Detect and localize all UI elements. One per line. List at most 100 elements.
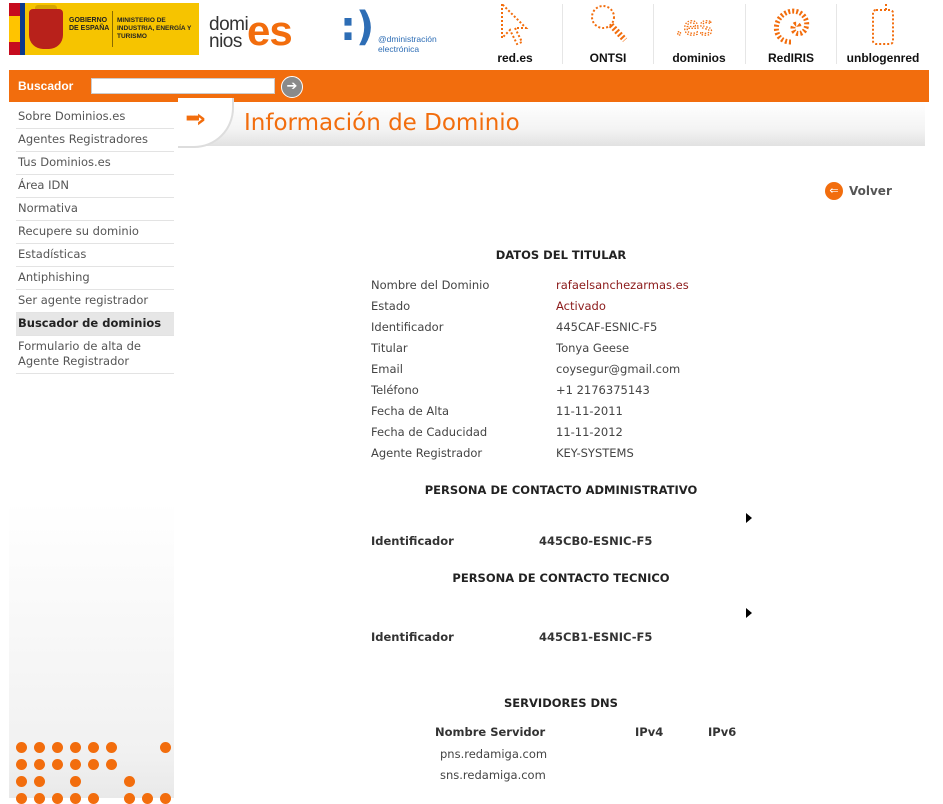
status-value: Activado [556, 299, 606, 313]
search-label: Buscador [18, 79, 74, 93]
search-input[interactable] [91, 78, 275, 94]
gobierno-text: GOBIERNO DE ESPAÑA [69, 17, 110, 32]
info-row: Identificador 445CAF-ESNIC-F5 [371, 320, 771, 338]
info-row: Teléfono +1 2176375143 [371, 383, 771, 401]
link-label: unblogenred [846, 51, 920, 65]
divider [562, 4, 563, 64]
gobierno-logo[interactable]: GOBIERNO DE ESPAÑA MINISTERIO DE INDUSTR… [9, 3, 199, 55]
link-ontsi[interactable]: ONTSI [564, 0, 652, 68]
coat-of-arms-icon [29, 9, 63, 49]
arrow-left-icon: ⇐ [825, 182, 843, 200]
header-badge: ···› [178, 98, 234, 148]
info-key: Email [371, 362, 403, 376]
info-key: Titular [371, 341, 408, 355]
header: GOBIERNO DE ESPAÑA MINISTERIO DE INDUSTR… [0, 0, 943, 70]
divider [836, 4, 837, 64]
info-value: KEY-SYSTEMS [556, 446, 634, 460]
info-row: Titular Tonya Geese [371, 341, 771, 359]
flag-stripe [20, 3, 25, 55]
administracion-electronica-logo[interactable]: :) @dministración electrónica [340, 4, 440, 59]
info-row: Fecha de Alta 11-11-2011 [371, 404, 771, 422]
link-label: dominios [672, 51, 726, 65]
domain-link[interactable]: rafaelsanchezarmas.es [556, 278, 689, 292]
arrow-right-icon: ···› [184, 104, 206, 134]
sidebar-item-normativa[interactable]: Normativa [16, 198, 174, 221]
arrow-right-icon: ➔ [286, 79, 298, 94]
expand-admin-contact-icon[interactable] [746, 513, 752, 523]
dns-server: pns.redamiga.com [440, 747, 548, 761]
sidebar-item-formulario-alta[interactable]: Formulario de alta de Agente Registrador [16, 336, 174, 374]
dominios-es-logo[interactable]: domi nios es [209, 7, 304, 54]
sidebar-item-tus-dominios[interactable]: Tus Dominios.es [16, 152, 174, 175]
dns-col-name: Nombre Servidor [435, 725, 546, 739]
smiley-icon: :) [340, 4, 375, 50]
id-label: Identificador [371, 630, 454, 644]
logo-divider [112, 11, 113, 47]
info-key: Estado [371, 299, 411, 313]
info-row: Fecha de Caducidad 11-11-2012 [371, 425, 771, 443]
info-value: coysegur@gmail.com [556, 362, 681, 376]
info-key: Teléfono [371, 383, 419, 397]
sidebar-menu: Sobre Dominios.es Agentes Registradores … [16, 106, 174, 374]
info-key: Fecha de Caducidad [371, 425, 488, 439]
dns-heading: SERVIDORES DNS [504, 696, 618, 710]
spiral-icon [773, 8, 810, 45]
cursor-arrow-icon [501, 2, 529, 46]
link-unblogenred[interactable]: unblogenred [839, 0, 927, 68]
dot-es-icon: .es [674, 11, 713, 42]
sidebar-item-recupere-dominio[interactable]: Recupere su dominio [16, 221, 174, 244]
sidebar-item-area-idn[interactable]: Área IDN [16, 175, 174, 198]
divider [745, 4, 746, 64]
info-value: 445CAF-ESNIC-F5 [556, 320, 658, 334]
sidebar-item-buscador-dominios[interactable]: Buscador de dominios [16, 313, 174, 336]
admin-contact-heading: PERSONA DE CONTACTO ADMINISTRATIVO [424, 483, 698, 497]
search-button[interactable]: ➔ [281, 76, 303, 98]
link-label: red.es [497, 51, 533, 65]
info-key: Identificador [371, 320, 444, 334]
sidebar-item-antiphishing[interactable]: Antiphishing [16, 267, 174, 290]
link-label: RedIRIS [767, 51, 814, 65]
info-value: 11-11-2011 [556, 404, 623, 418]
dns-col-ipv4: IPv4 [635, 725, 664, 739]
sidebar-item-estadisticas[interactable]: Estadísticas [16, 244, 174, 267]
info-value: 11-11-2012 [556, 425, 623, 439]
sidebar-item-agentes-registradores[interactable]: Agentes Registradores [16, 129, 174, 152]
back-label: Volver [849, 184, 892, 198]
link-label: ONTSI [589, 51, 627, 65]
search-bar: Buscador ➔ [9, 70, 929, 102]
link-rediris[interactable]: RedIRIS [747, 0, 835, 68]
info-row: Estado Activado [371, 299, 771, 317]
info-key: Agente Registrador [371, 446, 483, 460]
id-value: 445CB0-ESNIC-F5 [539, 534, 653, 548]
divider [653, 4, 654, 64]
page-header: ···› Información de Dominio [178, 98, 925, 148]
id-value: 445CB1-ESNIC-F5 [539, 630, 653, 644]
info-key: Nombre del Dominio [371, 278, 490, 292]
magnifier-icon [591, 5, 628, 43]
dominios-logo-es: es [247, 7, 293, 54]
decorative-dots [16, 742, 181, 804]
sidebar: Sobre Dominios.es Agentes Registradores … [9, 102, 174, 804]
id-label: Identificador [371, 534, 454, 548]
sidebar-item-ser-agente[interactable]: Ser agente registrador [16, 290, 174, 313]
info-row: Email coysegur@gmail.com [371, 362, 771, 380]
titular-heading: DATOS DEL TITULAR [495, 248, 627, 262]
tech-contact-id-row: Identificador 445CB1-ESNIC-F5 [371, 630, 652, 644]
phone-icon [872, 3, 894, 45]
dominios-logo-part2: nios [209, 31, 242, 52]
info-key: Fecha de Alta [371, 404, 450, 418]
spain-flag-icon [9, 3, 20, 55]
administracion-text: @dministración electrónica [378, 34, 437, 54]
tech-contact-heading: PERSONA DE CONTACTO TECNICO [452, 571, 670, 585]
info-value: Tonya Geese [556, 341, 630, 355]
link-red-es[interactable]: red.es [471, 0, 559, 68]
info-row: Agente Registrador KEY-SYSTEMS [371, 446, 771, 464]
admin-contact-id-row: Identificador 445CB0-ESNIC-F5 [371, 534, 652, 548]
expand-tech-contact-icon[interactable] [746, 608, 752, 618]
info-value: +1 2176375143 [556, 383, 650, 397]
dns-server: sns.redamiga.com [440, 768, 546, 782]
info-row: Nombre del Dominio rafaelsanchezarmas.es [371, 278, 771, 296]
sidebar-item-sobre-dominios[interactable]: Sobre Dominios.es [16, 106, 174, 129]
link-dominios[interactable]: .es dominios [655, 0, 743, 68]
svg-text:.es: .es [675, 12, 713, 42]
